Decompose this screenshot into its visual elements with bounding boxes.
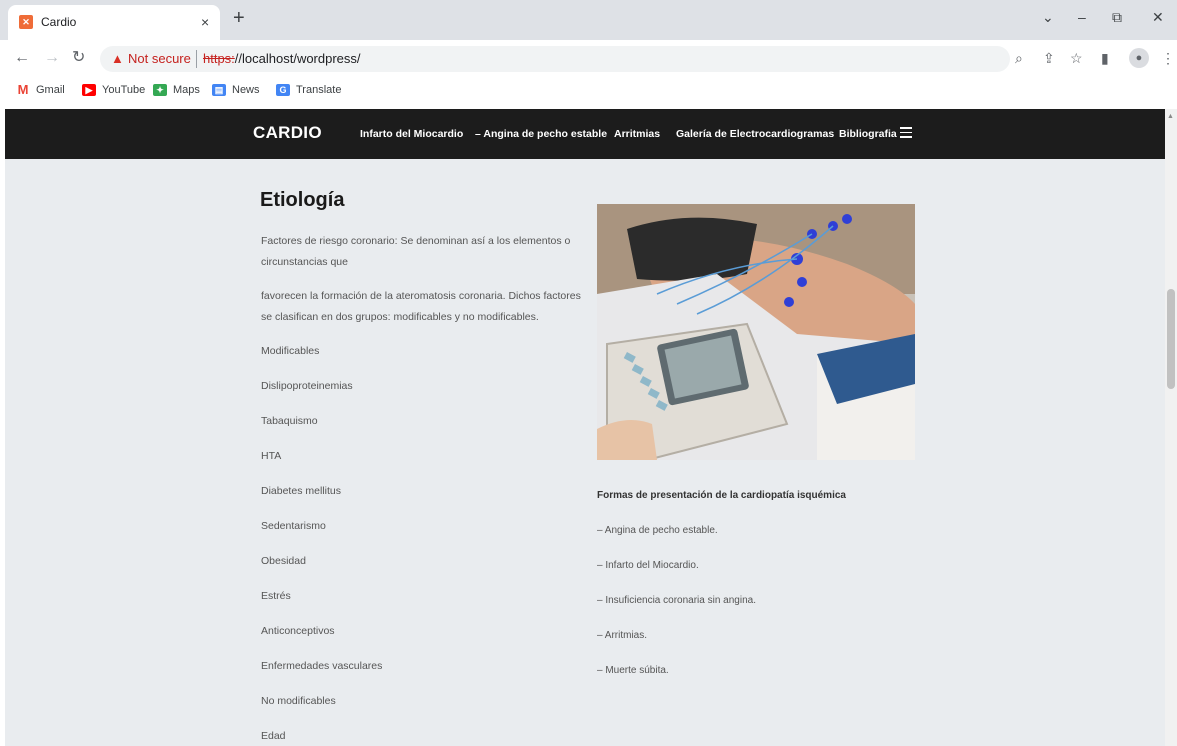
bookmark-label: News [232,84,260,96]
tab-search-icon[interactable]: ⌄ [1042,9,1054,26]
nav-infarto[interactable]: Infarto del Miocardio [360,128,463,140]
list-item: Tabaquismo [261,415,318,427]
presentation-title: Formas de presentación de la cardiopatía… [597,490,846,501]
presentation-item: – Arritmias. [597,630,648,641]
presentation-item: – Insuficiencia coronaria sin angina. [597,595,756,606]
list-item: HTA [261,450,282,462]
bookmark-youtube[interactable]: ▶ YouTube [82,84,145,96]
bookmarks-bar: M Gmail ▶ YouTube ✦ Maps ▤ News G Transl… [0,78,1177,106]
gmail-icon: M [16,82,30,97]
nav-bibliografia[interactable]: Bibliografia [839,128,897,140]
list-item: Diabetes mellitus [261,485,341,497]
list-item: Dislipoproteinemias [261,380,353,392]
presentation-item: – Angina de pecho estable. [597,525,718,536]
page-scrollbar[interactable]: ▲ [1165,109,1177,746]
share-icon[interactable]: ⇪ [1043,50,1055,67]
list-item: No modificables [261,695,336,707]
bookmark-news[interactable]: ▤ News [212,84,260,96]
minimize-icon[interactable]: – [1078,9,1086,25]
section-heading: Etiología [260,189,345,211]
url-text[interactable]: https://localhost/wordpress/ [203,51,361,66]
intro-paragraph: Factores de riesgo coronario: Se denomin… [261,235,571,268]
side-panel-icon[interactable]: ▮ [1101,50,1109,67]
url-path: //localhost/wordpress/ [234,51,361,66]
presentation-item: – Infarto del Miocardio. [597,560,699,571]
bookmark-label: YouTube [102,84,146,96]
site-header: CARDIO Infarto del Miocardio – Angina de… [5,109,1165,159]
translate-icon: G [276,84,290,96]
presentation-item: – Muerte súbita. [597,665,669,676]
tab-strip: ✕ Cardio × + ⌄ – ⧉ ✕ [0,0,1177,40]
ecg-machine-photo [597,204,915,460]
bookmark-translate[interactable]: G Translate [276,84,341,96]
list-item: Sedentarismo [261,520,326,532]
nav-galeria[interactable]: Galería de Electrocardiogramas [676,128,834,140]
new-tab-icon[interactable]: + [233,8,245,28]
tab-title: Cardio [41,15,77,29]
security-status[interactable]: Not secure [128,51,191,66]
list-item: Obesidad [261,555,306,567]
back-icon[interactable]: ← [14,50,30,66]
nav-arritmias[interactable]: Arritmias [614,128,660,140]
list-item: Modificables [261,345,320,357]
bookmark-label: Gmail [36,84,65,96]
close-window-icon[interactable]: ✕ [1152,9,1164,26]
list-item: Edad [261,730,286,742]
bookmark-gmail[interactable]: M Gmail [16,82,65,97]
page-viewport: CARDIO Infarto del Miocardio – Angina de… [5,109,1165,746]
favicon-icon: ✕ [19,15,33,29]
classification-paragraph: favorecen la formación de la ateromatosi… [261,290,581,323]
list-item: Enfermedades vasculares [261,660,383,672]
address-separator [196,50,197,68]
bookmark-maps[interactable]: ✦ Maps [153,84,200,96]
bookmark-label: Maps [173,84,200,96]
site-logo[interactable]: CARDIO [253,123,322,143]
address-bar[interactable]: ▲ Not secure https://localhost/wordpress… [100,46,1010,72]
close-tab-icon[interactable]: × [201,14,209,30]
forward-icon[interactable]: → [44,50,60,66]
url-scheme: https: [203,51,235,66]
scroll-thumb[interactable] [1167,289,1175,389]
browser-tab[interactable]: ✕ Cardio × [8,5,220,40]
list-item: Estrés [261,590,291,602]
profile-avatar[interactable]: ● [1129,48,1149,68]
youtube-icon: ▶ [82,84,96,96]
warning-icon[interactable]: ▲ [111,51,124,67]
list-item: Anticonceptivos [261,625,335,637]
news-icon: ▤ [212,84,226,96]
scroll-up-icon[interactable]: ▲ [1167,113,1174,120]
maps-icon: ✦ [153,84,167,96]
reload-icon[interactable]: ↻ [72,50,85,66]
bookmark-label: Translate [296,84,342,96]
hamburger-menu-icon[interactable] [900,127,912,141]
restore-icon[interactable]: ⧉ [1112,9,1122,26]
zoom-icon[interactable]: ⌕ [1015,50,1023,67]
menu-kebab-icon[interactable]: ⋮ [1161,50,1175,67]
nav-angina[interactable]: – Angina de pecho estable [475,128,607,140]
bookmark-star-icon[interactable]: ☆ [1070,50,1083,67]
